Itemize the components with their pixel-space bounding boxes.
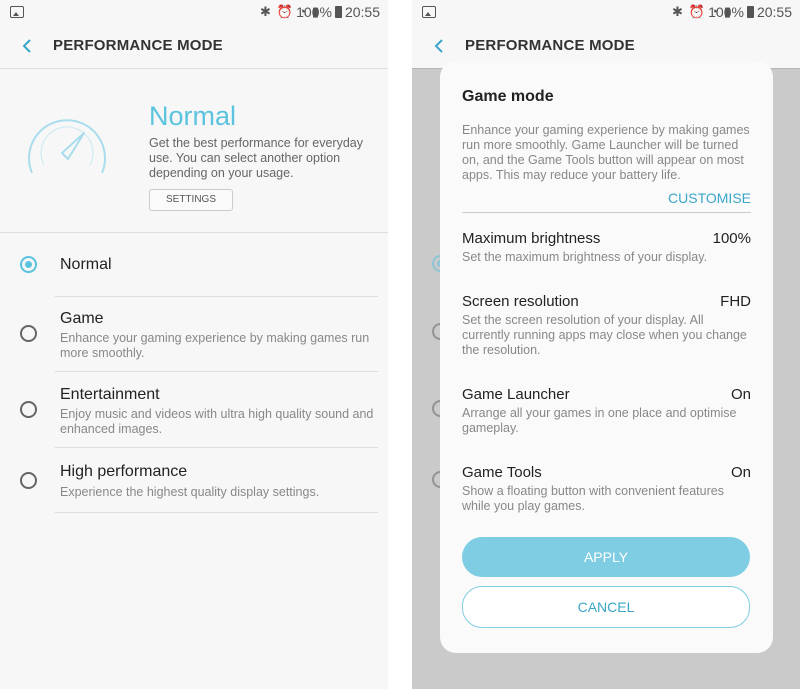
dialog-title: Game mode (462, 88, 554, 105)
setting-value: 100% (712, 230, 751, 247)
battery-icon (334, 6, 342, 18)
option-description: Enhance your gaming experience by making… (60, 331, 370, 360)
option-title: Normal (60, 256, 112, 273)
gallery-icon (10, 6, 24, 18)
page-title: PERFORMANCE MODE (465, 37, 635, 54)
setting-description: Arrange all your games in one place and … (462, 406, 737, 435)
radio-unselected[interactable] (20, 472, 37, 489)
mode-summary: Normal Get the best performance for ever… (0, 69, 388, 233)
cancel-button[interactable]: CANCEL (462, 586, 750, 628)
option-description: Enjoy music and videos with ultra high q… (60, 407, 374, 436)
status-bar: ✱ ⏰ ◔ ▮ 100% 20:55 (0, 0, 388, 26)
bluetooth-icon: ✱ (672, 4, 684, 19)
gallery-icon (422, 6, 436, 18)
page-title: PERFORMANCE MODE (53, 37, 223, 54)
option-title: High performance (60, 463, 188, 480)
option-game[interactable]: Game Enhance your gaming experience by m… (0, 297, 388, 371)
game-mode-dialog-screen: ✱ ⏰ ◔ ▮ 100% 20:55 PERFORMANCE MODE Game … (412, 0, 800, 689)
radio-unselected[interactable] (20, 325, 37, 342)
speedometer-icon (28, 119, 106, 174)
status-bar: ✱ ⏰ ◔ ▮ 100% 20:55 (412, 0, 800, 26)
option-title: Game (60, 310, 104, 327)
option-normal[interactable]: Normal (0, 233, 388, 296)
setting-description: Set the maximum brightness of your displ… (462, 250, 708, 264)
setting-value: On (730, 464, 751, 481)
current-mode-title: Normal (149, 101, 237, 131)
radio-unselected[interactable] (20, 401, 37, 418)
bluetooth-icon: ✱ (260, 4, 272, 19)
customise-button[interactable]: CUSTOMISE (668, 190, 751, 206)
clock: 20:55 (344, 4, 380, 20)
option-high-performance[interactable]: High performance Experience the highest … (0, 448, 388, 512)
setting-title: Maximum brightness (462, 230, 601, 247)
current-mode-description: Get the best performance for everyday us… (149, 136, 363, 180)
battery-percent: 100% (708, 4, 744, 20)
battery-icon (746, 6, 754, 18)
alarm-icon: ⏰ (688, 4, 706, 19)
setting-description: Set the screen resolution of your displa… (462, 313, 747, 357)
divider (55, 512, 378, 513)
radio-selected[interactable] (20, 256, 37, 273)
setting-title: Game Launcher (462, 386, 570, 403)
settings-button[interactable]: SETTINGS (149, 189, 233, 211)
setting-description: Show a floating button with convenient f… (462, 484, 724, 513)
app-bar: PERFORMANCE MODE (0, 26, 388, 69)
game-mode-dialog: Game mode Enhance your gaming experience… (440, 61, 773, 653)
setting-value: On (730, 386, 751, 403)
performance-mode-screen: ✱ ⏰ ◔ ▮ 100% 20:55 PERFORMANCE MODE Norma… (0, 0, 388, 689)
option-title: Entertainment (60, 386, 160, 403)
setting-title: Game Tools (462, 464, 542, 481)
option-description: Experience the highest quality display s… (60, 485, 320, 499)
setting-value: FHD (720, 293, 751, 310)
apply-button[interactable]: APPLY (462, 537, 750, 577)
battery-percent: 100% (296, 4, 332, 20)
option-entertainment[interactable]: Entertainment Enjoy music and videos wit… (0, 372, 388, 447)
dialog-description: Enhance your gaming experience by making… (462, 123, 750, 182)
clock: 20:55 (756, 4, 792, 20)
divider (462, 212, 751, 213)
back-icon[interactable] (430, 36, 450, 56)
alarm-icon: ⏰ (276, 4, 294, 19)
back-icon[interactable] (18, 36, 38, 56)
setting-title: Screen resolution (462, 293, 579, 310)
